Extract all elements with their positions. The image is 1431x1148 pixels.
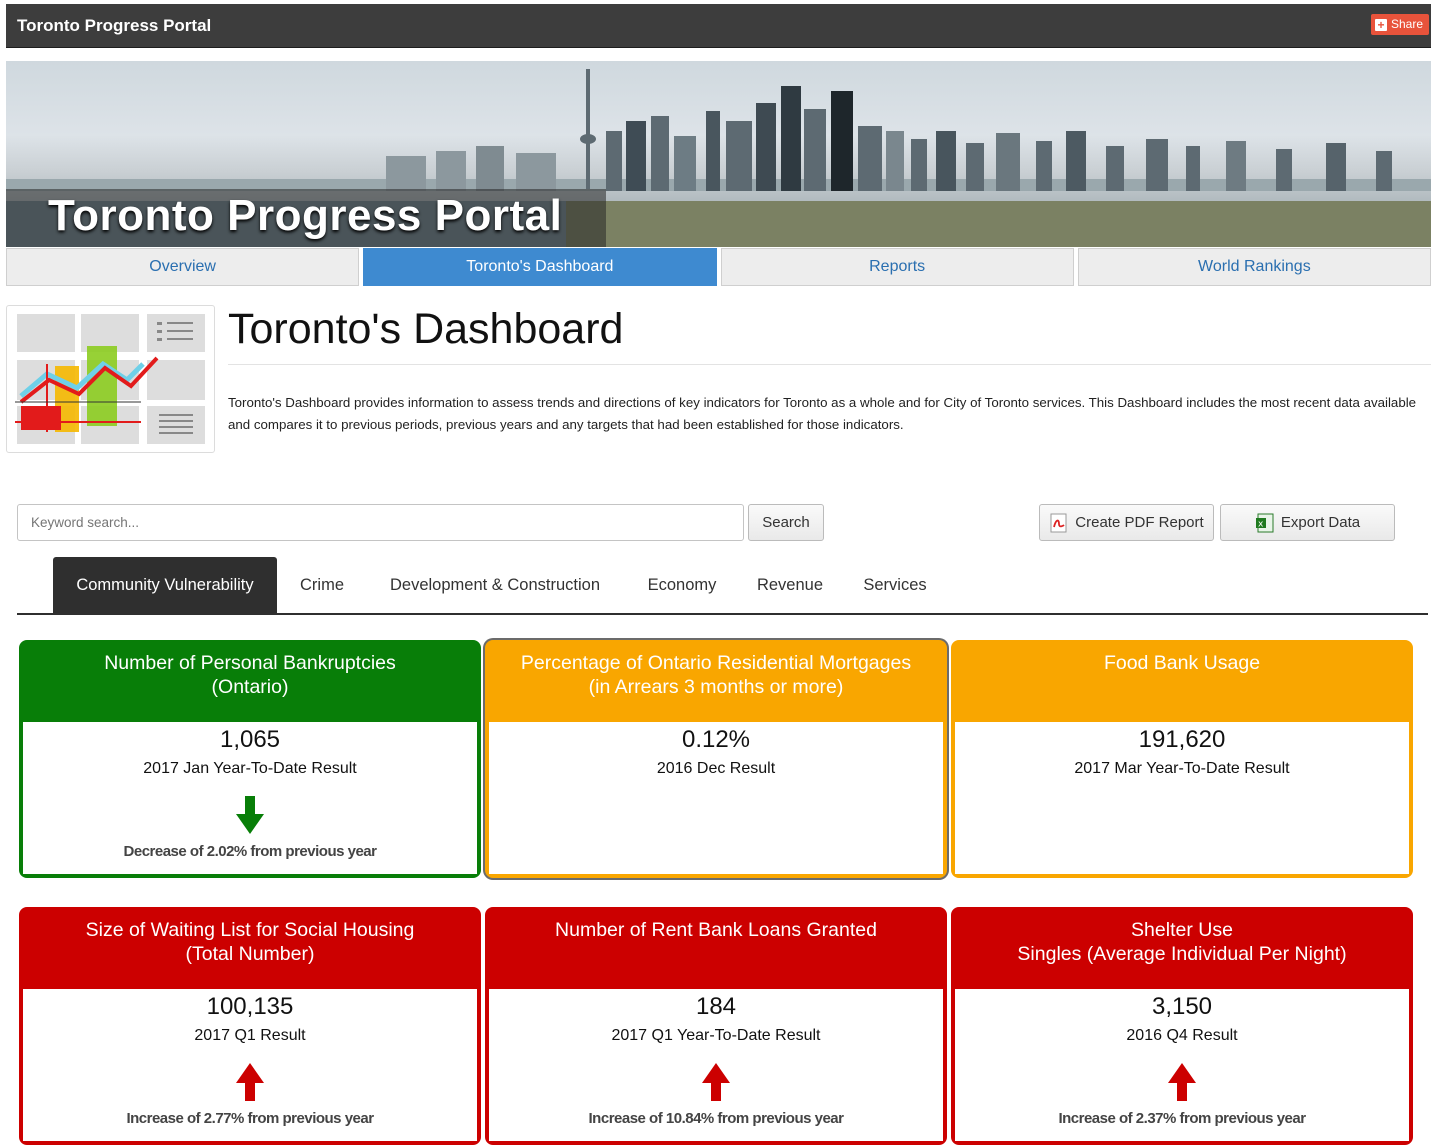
nav-world-rankings[interactable]: World Rankings	[1077, 248, 1431, 286]
card-period: 2016 Dec Result	[656, 760, 776, 777]
title-divider	[228, 364, 1431, 365]
create-pdf-report-button[interactable]: Create PDF Report	[1039, 504, 1214, 541]
banner-title: Toronto Progress Portal	[48, 191, 563, 240]
indicator-card-food-bank[interactable]: Food Bank Usage 191,620 2017 Mar Year-To…	[951, 640, 1413, 878]
nav-torontos-dashboard[interactable]: Toronto's Dashboard	[363, 248, 717, 286]
card-title: Food Bank Usage	[955, 644, 1409, 722]
share-button[interactable]: + Share	[1370, 14, 1429, 35]
card-title: Number of Rent Bank Loans Granted	[489, 911, 943, 989]
arrow-down-icon	[236, 796, 264, 834]
tab-services[interactable]: Services	[852, 557, 938, 613]
card-value: 0.12%	[681, 726, 751, 753]
page-description: Toronto's Dashboard provides information…	[228, 395, 1417, 432]
top-bar: Toronto Progress Portal + Share	[6, 4, 1431, 48]
card-value: 3,150	[1151, 993, 1213, 1020]
tab-development-construction[interactable]: Development & Construction	[372, 557, 618, 613]
card-title: Size of Waiting List for Social Housing(…	[23, 911, 477, 989]
card-title: Shelter Use Singles (Average Individual P…	[955, 911, 1409, 989]
card-value: 1,065	[219, 726, 281, 753]
pdf-label: Create PDF Report	[1075, 514, 1204, 531]
indicator-card-shelter-use[interactable]: Shelter Use Singles (Average Individual P…	[951, 907, 1413, 1145]
card-value: 191,620	[1138, 726, 1226, 753]
card-change: Increase of 10.84% from previous year	[588, 1110, 844, 1127]
card-period: 2016 Q4 Result	[1126, 1027, 1238, 1044]
card-value: 100,135	[206, 993, 294, 1020]
card-change: Increase of 2.77% from previous year	[126, 1110, 374, 1127]
main-nav: Overview Toronto's Dashboard Reports Wor…	[6, 248, 1431, 286]
banner-image: Toronto Progress Portal	[6, 61, 1431, 247]
nav-reports[interactable]: Reports	[720, 248, 1074, 286]
card-title: Percentage of Ontario Residential Mortga…	[489, 644, 943, 722]
indicator-card-bankruptcies[interactable]: Number of Personal Bankruptcies (Ontario)…	[19, 640, 481, 878]
indicator-card-mortgages[interactable]: Percentage of Ontario Residential Mortga…	[485, 640, 947, 878]
card-change: Increase of 2.37% from previous year	[1058, 1110, 1306, 1127]
arrow-up-icon	[236, 1063, 264, 1101]
arrow-up-icon	[702, 1063, 730, 1101]
nav-overview[interactable]: Overview	[6, 248, 360, 286]
excel-icon: x	[1255, 513, 1274, 532]
indicator-card-social-housing[interactable]: Size of Waiting List for Social Housing(…	[19, 907, 481, 1145]
plus-icon: +	[1374, 18, 1387, 31]
dashboard-icon	[6, 305, 215, 453]
card-value: 184	[695, 993, 737, 1020]
app-title: Toronto Progress Portal	[17, 16, 212, 35]
page-title: Toronto's Dashboard	[228, 305, 624, 353]
tab-community-vulnerability[interactable]: Community Vulnerability	[53, 557, 277, 613]
card-period: 2017 Mar Year-To-Date Result	[1074, 760, 1290, 777]
tab-crime[interactable]: Crime	[287, 557, 357, 613]
card-period: 2017 Jan Year-To-Date Result	[143, 760, 357, 777]
category-tabs: Community Vulnerability Crime Developmen…	[17, 557, 1428, 615]
svg-text:x: x	[1258, 519, 1264, 529]
indicator-card-rent-bank[interactable]: Number of Rent Bank Loans Granted 184 20…	[485, 907, 947, 1145]
arrow-up-icon	[1168, 1063, 1196, 1101]
card-period: 2017 Q1 Result	[194, 1027, 306, 1044]
card-period: 2017 Q1 Year-To-Date Result	[611, 1027, 821, 1044]
card-title: Number of Personal Bankruptcies (Ontario)	[23, 644, 477, 722]
card-change: Decrease of 2.02% from previous year	[123, 843, 377, 860]
tab-economy[interactable]: Economy	[635, 557, 729, 613]
share-label: Share	[1390, 17, 1423, 31]
search-button[interactable]: Search	[748, 504, 824, 541]
export-data-button[interactable]: x Export Data	[1220, 504, 1395, 541]
tab-revenue[interactable]: Revenue	[747, 557, 833, 613]
search-input[interactable]	[17, 504, 744, 541]
export-label: Export Data	[1280, 514, 1361, 531]
pdf-icon	[1050, 513, 1067, 532]
